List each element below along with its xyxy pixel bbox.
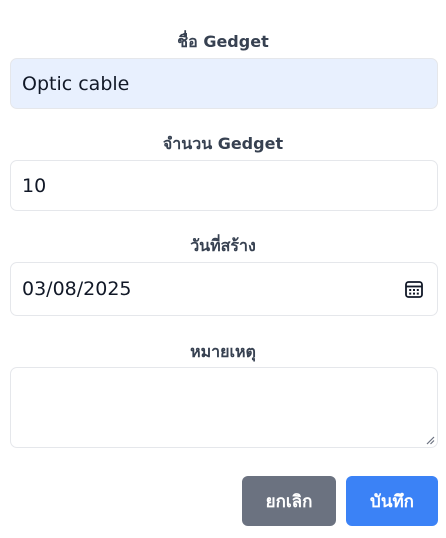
name-label: ชื่อ Gedget: [177, 32, 269, 51]
date-input[interactable]: 03/08/2025: [10, 262, 438, 316]
save-button[interactable]: บันทึก: [346, 476, 438, 526]
name-input[interactable]: Optic cable: [10, 58, 438, 109]
quantity-label: จำนวน Gedget: [162, 134, 284, 153]
resize-handle-icon[interactable]: [425, 435, 435, 445]
quantity-input-value: 10: [22, 174, 47, 197]
name-input-value: Optic cable: [22, 72, 130, 95]
note-label: หมายเหตุ: [190, 342, 256, 361]
note-textarea[interactable]: [10, 367, 438, 448]
quantity-input[interactable]: 10: [10, 160, 438, 211]
cancel-button[interactable]: ยกเลิก: [242, 476, 336, 526]
date-input-value: 03/08/2025: [22, 278, 132, 300]
date-label: วันที่สร้าง: [190, 236, 256, 255]
gadget-form: ชื่อ Gedget Optic cable จำนวน Gedget 10 …: [0, 0, 446, 538]
calendar-icon[interactable]: [404, 279, 424, 299]
